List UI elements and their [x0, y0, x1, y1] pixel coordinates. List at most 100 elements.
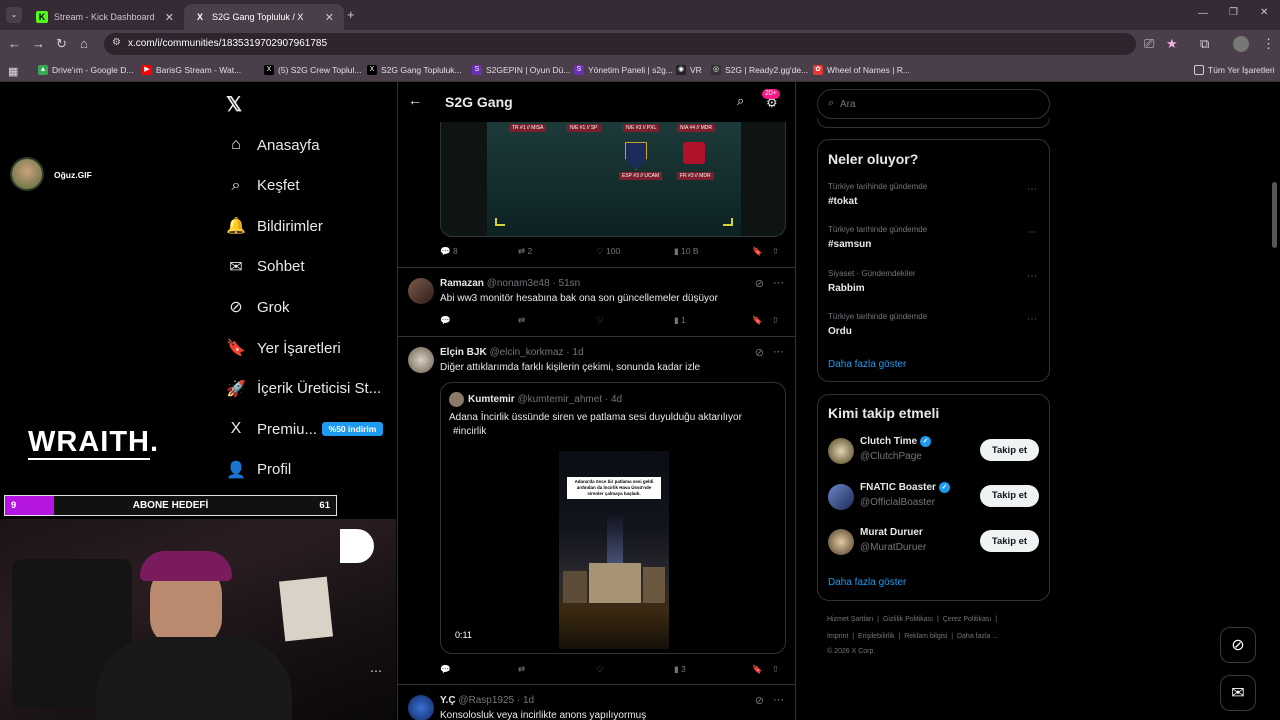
menu-icon[interactable]: ⋮ — [1262, 36, 1275, 52]
tab-kick-dashboard[interactable]: K Stream - Kick Dashboard ✕ — [26, 4, 184, 30]
views-button[interactable]: ▮ 3 — [674, 664, 686, 675]
avatar[interactable] — [828, 438, 854, 464]
follow-button[interactable]: Takip et — [980, 439, 1039, 461]
sidebar-item-home[interactable]: ⌂ Anasayfa — [226, 131, 319, 159]
close-window-icon[interactable]: ✕ — [1260, 7, 1268, 18]
follow-button[interactable]: Takip et — [980, 484, 1039, 507]
follow-button[interactable]: Takip et — [980, 530, 1039, 552]
post-ramazan[interactable]: Ramazan @nonam3e48 · 51sn ⊘ ⋯ Abi ww3 mo… — [398, 268, 795, 337]
follow-suggestion-name[interactable]: FNATIC Boaster ✓ — [860, 481, 950, 493]
post-top[interactable]: TR #1 // MISA N/E #1 // SP N/E #3 // PXL N/… — [398, 122, 795, 268]
more-icon[interactable]: ⋯ — [773, 693, 784, 706]
follow-suggestion-name[interactable]: Murat Duruer — [860, 527, 923, 538]
messages-floating-button[interactable]: ✉ — [1220, 675, 1256, 711]
grok-icon[interactable]: ⊘ — [755, 694, 764, 707]
bookmark-icon[interactable]: 🔖 — [752, 664, 763, 675]
trend-item[interactable]: Ordu — [828, 326, 852, 337]
tournament-image[interactable]: TR #1 // MISA N/E #1 // SP N/E #3 // PXL N/… — [440, 122, 786, 237]
repost-button[interactable]: ⇄ — [518, 315, 525, 326]
bookmark-item[interactable]: ▲ Drive'ım - Google D... — [38, 65, 133, 75]
site-info-icon[interactable]: ⚙ — [112, 37, 121, 48]
sidebar-item-profile[interactable]: 👤 Profil — [226, 456, 291, 484]
sidebar-item-premium[interactable]: X Premiu... — [226, 415, 317, 443]
bookmark-item[interactable]: ✿ Wheel of Names | R... — [813, 65, 910, 75]
avatar[interactable] — [408, 347, 434, 373]
views-button[interactable]: ▮ 1 — [674, 315, 686, 326]
reload-icon[interactable]: ↻ — [56, 36, 67, 52]
post-elcin[interactable]: Elçin BJK @elcin_korkmaz · 1d ⊘ ⋯ Diğer … — [398, 337, 795, 685]
sidebar-item-creator-studio[interactable]: 🚀 İçerik Üreticisi St... — [226, 375, 381, 403]
like-button[interactable]: ♡ 100 — [596, 246, 620, 257]
footer-link[interactable]: Çerez Politikası — [943, 616, 992, 623]
reply-button[interactable]: 💬 8 — [440, 246, 458, 257]
share-icon[interactable]: ⇧ — [772, 664, 779, 675]
bookmark-item[interactable]: X (5) S2G Crew Toplul... — [264, 65, 361, 75]
avatar[interactable] — [408, 695, 434, 720]
sidebar-item-explore[interactable]: ⌕ Keşfet — [226, 172, 300, 200]
restore-icon[interactable]: ❐ — [1229, 7, 1238, 18]
video-player[interactable]: Adana'da önce bir patlama sesi geldi ard… — [559, 451, 669, 649]
more-icon[interactable]: ⋯ — [1027, 184, 1037, 195]
more-icon[interactable]: ⋯ — [370, 664, 382, 678]
footer-link[interactable]: Erişilebilirlik — [858, 633, 895, 640]
apps-grid-icon[interactable]: ▦ — [8, 65, 18, 78]
bookmark-item[interactable]: ◎ S2G | Ready2.gg'de... — [711, 65, 808, 75]
like-button[interactable]: ♡ — [596, 664, 604, 675]
bookmark-star-icon[interactable]: ★ — [1166, 36, 1178, 52]
more-icon[interactable]: ⋯ — [1027, 314, 1037, 325]
post-yc[interactable]: Y.Ç @Rasp1925 · 1d ⊘ ⋯ Konsolosluk veya … — [398, 685, 795, 720]
close-icon[interactable]: ✕ — [325, 11, 334, 24]
footer-link[interactable]: Hizmet Şartları — [827, 616, 873, 623]
back-arrow-icon[interactable]: ← — [408, 92, 422, 108]
back-icon[interactable]: ← — [8, 36, 21, 51]
trend-item[interactable]: #tokat — [828, 196, 857, 207]
more-icon[interactable]: ⋯ — [1027, 271, 1037, 282]
share-icon[interactable]: ⇧ — [772, 246, 779, 257]
footer-link[interactable]: Imprint — [827, 633, 848, 640]
more-icon[interactable]: ⋯ — [773, 345, 784, 358]
reply-button[interactable]: 💬 — [440, 315, 451, 326]
bookmark-item[interactable]: ◉ VR — [676, 65, 702, 75]
follow-show-more[interactable]: Daha fazla göster — [828, 577, 906, 588]
quoted-post[interactable]: Kumtemir @kumtemir_ahmet · 4d Adana İnci… — [440, 382, 786, 654]
share-icon[interactable]: ⇧ — [772, 315, 779, 326]
home-icon[interactable]: ⌂ — [80, 36, 88, 51]
bookmark-item[interactable]: S S2GEPIN | Oyun Dü... — [472, 65, 570, 75]
x-logo-icon[interactable]: 𝕏 — [226, 92, 242, 117]
post-author[interactable]: Ramazan @nonam3e48 · 51sn — [440, 278, 580, 289]
reply-button[interactable]: 💬 — [440, 664, 451, 675]
profile-avatar-icon[interactable] — [1233, 36, 1249, 52]
trend-item[interactable]: #samsun — [828, 239, 871, 250]
grok-floating-button[interactable]: ⊘ — [1220, 627, 1256, 663]
like-button[interactable]: ♡ — [596, 315, 604, 326]
avatar[interactable] — [408, 278, 434, 304]
quote-author[interactable]: Kumtemir @kumtemir_ahmet · 4d — [468, 394, 622, 405]
trend-item[interactable]: Rabbim — [828, 283, 865, 294]
bookmark-item[interactable]: S Yönetim Paneli | s2g... — [574, 65, 673, 75]
grok-icon[interactable]: ⊘ — [755, 277, 764, 290]
views-button[interactable]: ▮ 10 B — [674, 246, 699, 257]
repost-button[interactable]: ⇄ — [518, 664, 525, 675]
search-input[interactable]: Ara — [840, 99, 856, 110]
scrollbar-thumb[interactable] — [1272, 182, 1277, 248]
more-icon[interactable]: ⋯ — [1027, 227, 1037, 238]
post-author[interactable]: Y.Ç @Rasp1925 · 1d — [440, 695, 534, 706]
trends-show-more[interactable]: Daha fazla göster — [828, 359, 906, 370]
search-icon[interactable]: ⌕ — [737, 93, 744, 109]
sidebar-item-bookmarks[interactable]: 🔖 Yer İşaretleri — [226, 334, 341, 362]
minimize-icon[interactable]: — — [1198, 8, 1208, 19]
sidebar-item-chat[interactable]: ✉ Sohbet — [226, 253, 304, 281]
footer-link[interactable]: Daha fazla ... — [957, 633, 998, 640]
quote-hashtag[interactable]: #incirlik — [453, 426, 486, 437]
bookmark-icon[interactable]: 🔖 — [752, 246, 763, 257]
search-box[interactable]: ⌕ Ara — [817, 89, 1050, 119]
repost-button[interactable]: ⇄ 2 — [518, 246, 532, 257]
sidebar-item-grok[interactable]: ⊘ Grok — [226, 293, 289, 321]
avatar[interactable] — [828, 529, 854, 555]
footer-link[interactable]: Gizlilik Politikası — [883, 616, 933, 623]
follow-suggestion-name[interactable]: Clutch Time ✓ — [860, 436, 932, 447]
bookmark-item[interactable]: ▶ BarisG Stream - Wat... — [142, 65, 241, 75]
tab-s2g-gang[interactable]: X S2G Gang Topluluk / X ✕ — [184, 4, 344, 30]
forward-icon[interactable]: → — [32, 36, 45, 51]
new-tab-button[interactable]: + — [347, 7, 355, 22]
